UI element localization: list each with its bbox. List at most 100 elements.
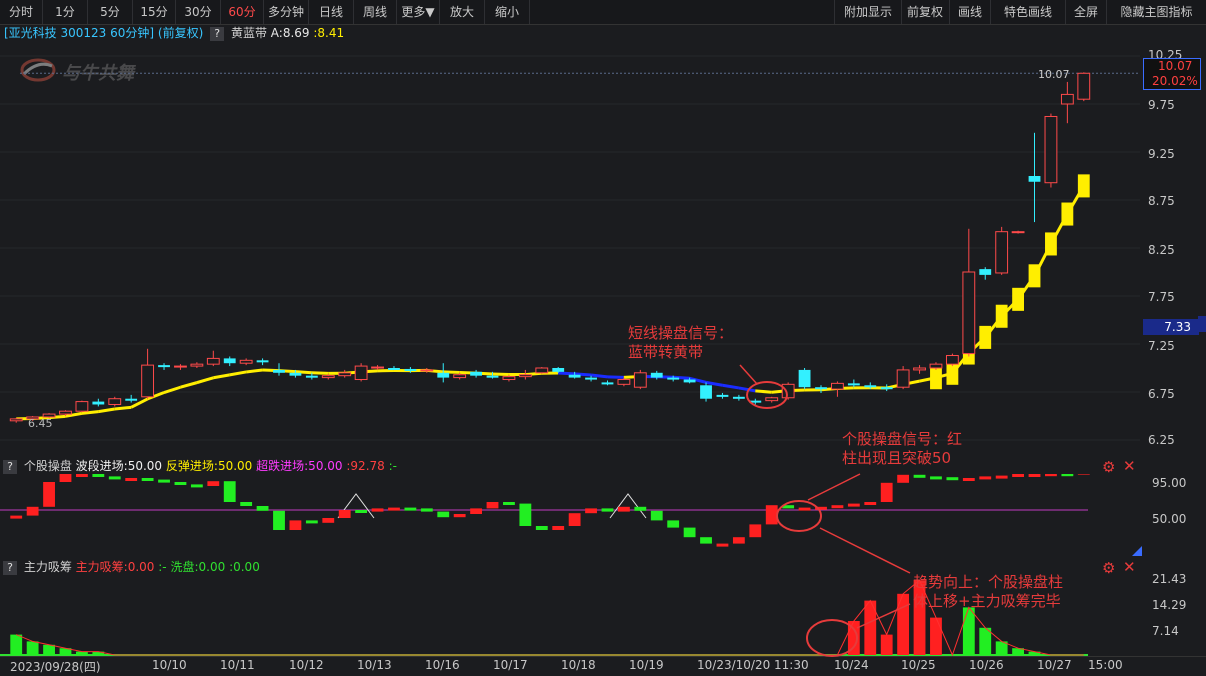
- date-label: 10/11: [220, 658, 255, 672]
- candle-body: [799, 370, 811, 387]
- ind1-bar: [322, 518, 334, 523]
- ind2-bar: [76, 652, 88, 655]
- settings-gear-icon[interactable]: ⚙: [1102, 559, 1115, 577]
- ind1-tick: 95.00: [1152, 476, 1186, 490]
- help-icon[interactable]: ?: [3, 460, 17, 474]
- band-segment: [443, 372, 459, 373]
- candlestick-chart[interactable]: [0, 42, 1140, 454]
- settings-gear-icon[interactable]: ⚙: [1102, 458, 1115, 476]
- fullscreen-button[interactable]: 全屏: [1066, 0, 1107, 24]
- hide-main-indicator-button[interactable]: 隐藏主图指标: [1107, 0, 1206, 24]
- zoom-out-button[interactable]: 缩小: [485, 0, 530, 24]
- ind2-bar: [27, 641, 39, 655]
- ind1-bar: [175, 482, 187, 485]
- period-tab-timeshare[interactable]: 分时: [0, 0, 43, 24]
- candle-body: [388, 368, 400, 370]
- ind1-bar: [897, 475, 909, 483]
- candle-body: [519, 375, 531, 377]
- ind1-bar: [257, 506, 269, 511]
- ind1-bar: [1061, 474, 1073, 476]
- ind2-axis: 21.43 14.29 7.14: [1140, 575, 1206, 657]
- ind1-tick: 50.00: [1152, 512, 1186, 526]
- ind1-bar: [92, 474, 104, 477]
- period-tab-1min[interactable]: 1分: [43, 0, 88, 24]
- candle-body: [224, 358, 236, 363]
- candle-body: [914, 368, 926, 370]
- ind1-bar: [27, 507, 39, 516]
- low-price-label: 6.45: [28, 417, 53, 430]
- price-marker: 7.33: [1143, 319, 1199, 335]
- draw-line-button[interactable]: 画线: [950, 0, 991, 24]
- period-tab-60min[interactable]: 60分: [221, 0, 264, 24]
- ind1-bar: [618, 507, 630, 512]
- band-segment: [230, 372, 246, 375]
- crosshair-date-label: 10/23/10/20 11:30: [697, 658, 809, 672]
- ind1-bar: [914, 475, 926, 478]
- period-tab-5min[interactable]: 5分: [88, 0, 133, 24]
- close-icon[interactable]: ✕: [1123, 558, 1136, 576]
- candle-body: [536, 368, 548, 373]
- period-tab-multi-min[interactable]: 多分钟: [264, 0, 309, 24]
- period-tab-weekly[interactable]: 周线: [354, 0, 397, 24]
- current-change-pct: 20.02%: [1144, 74, 1200, 89]
- extra-display-button[interactable]: 附加显示: [834, 0, 902, 24]
- annotation-trend: 趋势向上：个股操盘柱 体上移+主力吸筹完毕: [913, 573, 1063, 611]
- price-tick: 9.25: [1148, 147, 1175, 161]
- candle-body: [634, 373, 646, 387]
- ind1-bar: [158, 480, 170, 483]
- period-tab-daily[interactable]: 日线: [309, 0, 354, 24]
- ind1-bar: [979, 476, 991, 479]
- band-segment: [722, 385, 738, 388]
- price-marker-arrow: [1198, 316, 1206, 332]
- ind1-bar: [487, 502, 499, 508]
- candle-body: [552, 368, 564, 372]
- special-draw-button[interactable]: 特色画线: [991, 0, 1066, 24]
- ind1-bar: [848, 504, 860, 507]
- candle-body: [733, 397, 745, 399]
- candle-body: [437, 373, 449, 378]
- close-icon[interactable]: ✕: [1123, 457, 1136, 475]
- indicator-name: 黄蓝带: [231, 26, 267, 40]
- indicator-a-value: A:8.69: [271, 26, 310, 40]
- ind1-bar: [536, 526, 548, 530]
- ind1-bar: [519, 504, 531, 526]
- period-tab-15min[interactable]: 15分: [133, 0, 176, 24]
- annotation-short-signal: 短线操盘信号： 蓝带转黄带: [628, 324, 733, 362]
- ind1-bar: [191, 484, 203, 487]
- candle-body: [92, 402, 104, 405]
- date-label: 10/16: [425, 658, 460, 672]
- candle-body: [10, 419, 22, 421]
- ind1-bar: [224, 481, 236, 502]
- help-icon[interactable]: ?: [3, 561, 17, 575]
- period-tab-30min[interactable]: 30分: [176, 0, 221, 24]
- ind1-bar: [782, 505, 794, 508]
- current-price-box: 10.07 20.02%: [1143, 58, 1201, 90]
- band-block: [1029, 264, 1041, 287]
- annotation-line: 蓝带转黄带: [628, 343, 733, 362]
- candle-body: [503, 377, 515, 380]
- candle-body: [585, 378, 597, 380]
- candle-body: [240, 360, 252, 363]
- candle-body: [158, 365, 170, 367]
- band-segment: [591, 375, 607, 377]
- ind2-param: 主力吸筹:0.00: [76, 560, 155, 574]
- candle-body: [306, 376, 318, 378]
- candle-body: [848, 383, 860, 385]
- resize-corner-icon[interactable]: [1132, 546, 1142, 556]
- zoom-in-button[interactable]: 放大: [440, 0, 485, 24]
- ind1-bar: [125, 478, 137, 481]
- ind1-chart[interactable]: [0, 474, 1140, 556]
- candle-body: [1061, 94, 1073, 104]
- ind1-bar: [404, 508, 416, 511]
- candle-body: [684, 380, 696, 383]
- annotation-line: 柱出现且突破50: [842, 449, 962, 468]
- candle-body: [339, 373, 351, 376]
- ind1-bar: [946, 477, 958, 480]
- ind2-bar: [979, 628, 991, 655]
- help-icon[interactable]: ?: [210, 27, 224, 41]
- forward-adjust-button[interactable]: 前复权: [901, 0, 950, 24]
- ind1-bar: [733, 537, 745, 543]
- more-menu-button[interactable]: 更多▼: [397, 0, 440, 24]
- candle-body: [470, 372, 482, 376]
- candle-body: [897, 370, 909, 387]
